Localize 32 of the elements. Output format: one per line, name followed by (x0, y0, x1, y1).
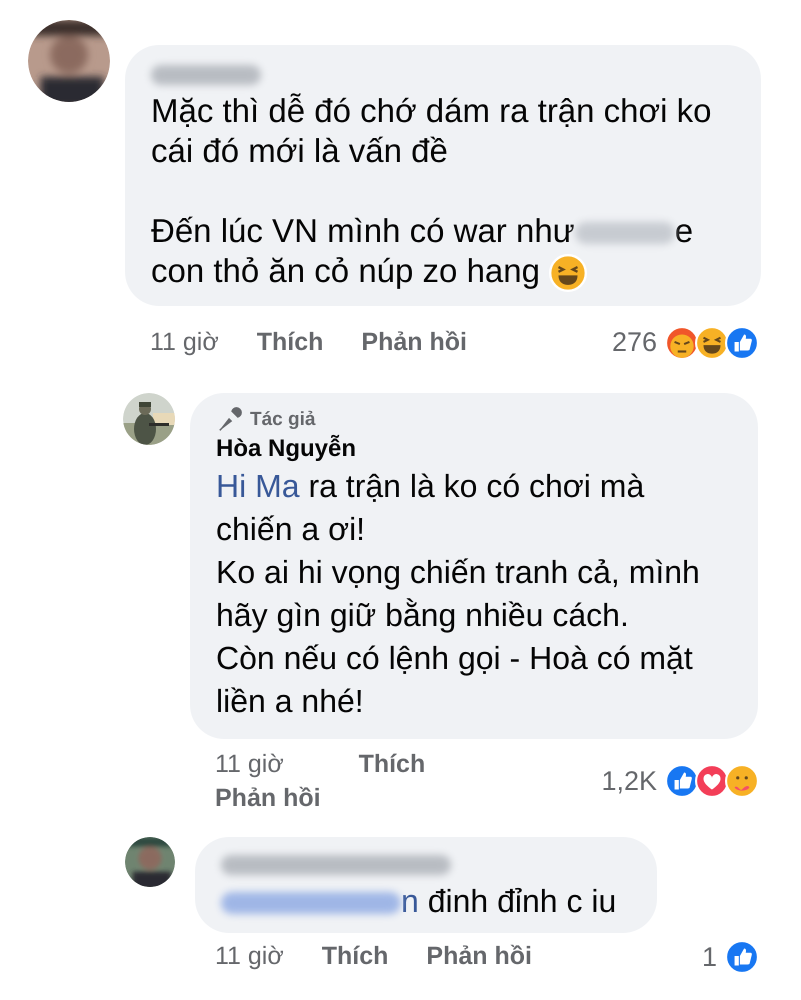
comment-text: Ko ai hi vọng chiến tranh cả, mình hãy gìn giữ bằng nhiều cách. (216, 552, 701, 635)
hug-reaction-icon (725, 764, 759, 798)
author-label: Tác giả (250, 408, 316, 432)
laughing-reaction-icon (695, 326, 729, 360)
comment-time: 11 giờ (150, 326, 219, 358)
mention-link[interactable]: Hi Ma (216, 468, 300, 504)
like-reaction-icon (665, 764, 699, 798)
comment-text: Hi Ma ra trận là ko có chơi mà chiến a ơi! (216, 466, 646, 549)
comment-text: Đến lúc VN mình có war như e (151, 211, 694, 251)
commenter-name[interactable]: Hòa Nguyễn (216, 432, 724, 465)
reaction-count: 1 (702, 940, 717, 974)
reply-link[interactable]: Phản hồi (215, 780, 321, 815)
reply-link[interactable]: Phản hồi (361, 324, 467, 362)
comment-text: Còn nếu có lệnh gọi - Hoà có mặt liền a nhé! (216, 638, 694, 721)
like-reaction-icon (725, 940, 759, 974)
comment-time: 11 giờ (215, 941, 284, 972)
heart-reaction-icon (695, 764, 729, 798)
mention-link[interactable]: n (401, 882, 419, 919)
comment-time: 11 giờ (215, 748, 285, 780)
reaction-count: 1,2K (601, 764, 657, 798)
comment-text: con thỏ ăn cỏ núp zo hang (151, 251, 747, 292)
comment-text: n đinh đỉnh c iu (221, 880, 637, 921)
microphone-icon (216, 406, 242, 433)
reaction-count: 276 (612, 326, 657, 360)
like-reaction-icon (725, 326, 759, 360)
comment-text: Mặc thì dễ đó chớ dám ra trận chơi ko cái đó mới là vấn đề (151, 91, 713, 171)
like-link[interactable]: Thích (358, 746, 426, 781)
like-link[interactable]: Thích (322, 938, 388, 976)
reply-link[interactable]: Phản hồi (426, 938, 532, 976)
angry-reaction-icon (665, 326, 699, 360)
like-link[interactable]: Thích (256, 324, 324, 362)
laughing-emoji-icon (549, 254, 588, 292)
